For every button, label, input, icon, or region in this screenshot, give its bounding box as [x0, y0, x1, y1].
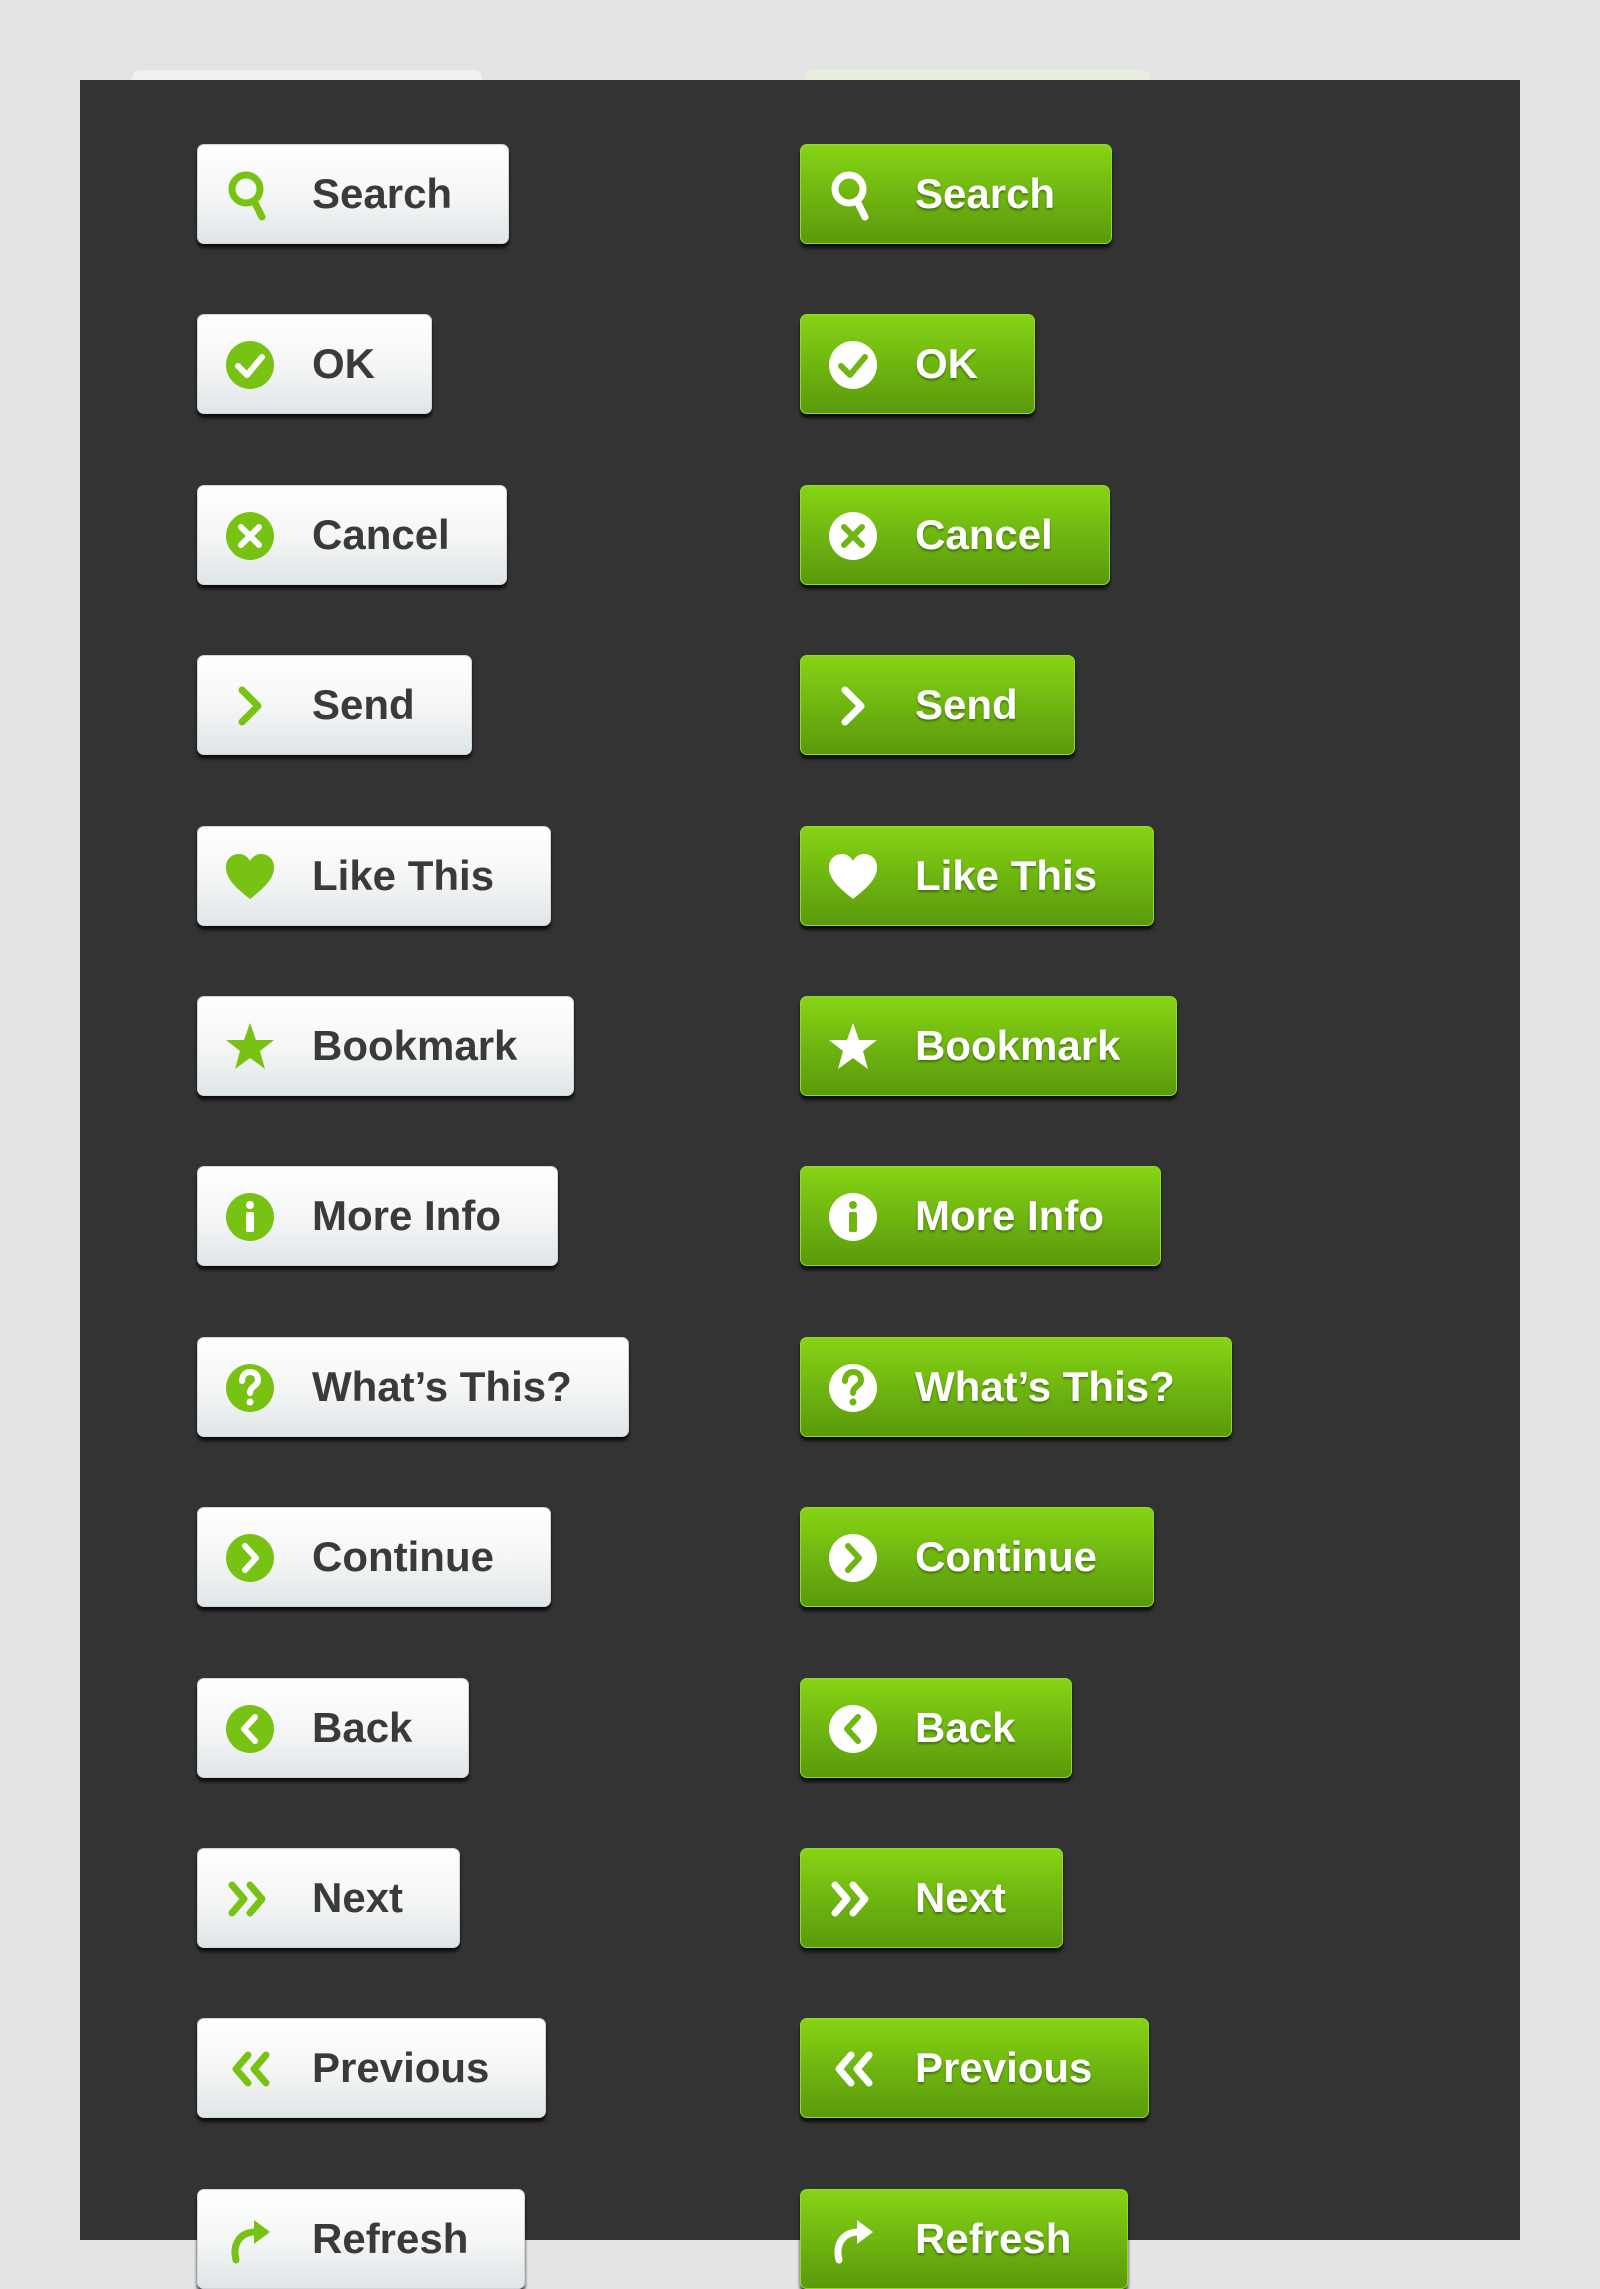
button-label: What’s This? — [915, 1362, 1175, 1410]
button-label: Continue — [312, 1533, 494, 1581]
button-label: Continue — [915, 1533, 1097, 1581]
button-label: Next — [312, 1874, 404, 1921]
light-like-this-button[interactable]: Like This — [197, 825, 552, 926]
button-label: More Info — [915, 1192, 1104, 1240]
chevron-right-circle-icon — [224, 1532, 276, 1584]
info-circle-icon — [827, 1191, 879, 1243]
green-search-button[interactable]: Search — [800, 144, 1113, 244]
button-label: Like This — [312, 851, 495, 899]
light-previous-button[interactable]: Previous — [197, 2018, 547, 2119]
button-label: Like This — [915, 851, 1098, 899]
top-tab-right — [805, 70, 1150, 80]
x-circle-icon — [827, 510, 879, 562]
star-icon — [827, 1021, 879, 1073]
info-circle-icon — [224, 1191, 276, 1243]
button-label: Send — [915, 681, 1018, 729]
button-panel: Search OK Cancel Send Like This Bookmark More … — [80, 80, 1520, 2289]
heart-icon — [224, 851, 276, 903]
light-more-info-button[interactable]: More Info — [197, 1166, 558, 1267]
button-label: Previous — [312, 2044, 490, 2092]
button-label: Cancel — [312, 510, 450, 558]
light-back-button[interactable]: Back — [197, 1677, 470, 1778]
search-icon — [224, 169, 276, 221]
button-label: Cancel — [915, 510, 1053, 558]
button-label: Bookmark — [312, 1022, 518, 1069]
green-cancel-button[interactable]: Cancel — [800, 484, 1110, 585]
button-label: Search — [915, 170, 1056, 217]
green-more-info-button[interactable]: More Info — [800, 1166, 1161, 1267]
button-label: Search — [312, 170, 453, 217]
button-label: What’s This? — [312, 1362, 572, 1410]
chevron-right-icon — [827, 680, 879, 732]
x-circle-icon — [224, 510, 276, 562]
double-chevron-left-icon — [827, 2043, 879, 2095]
chevron-left-circle-icon — [224, 1703, 276, 1755]
question-circle-icon — [224, 1362, 276, 1414]
search-icon — [827, 169, 879, 221]
double-chevron-right-icon — [224, 1873, 276, 1925]
light-continue-button[interactable]: Continue — [197, 1507, 551, 1608]
light-search-button[interactable]: Search — [197, 144, 510, 244]
green-refresh-button[interactable]: Refresh — [800, 2188, 1129, 2289]
light-what-s-this-button[interactable]: What’s This? — [197, 1336, 629, 1437]
light-next-button[interactable]: Next — [197, 1848, 461, 1948]
button-label: Refresh — [915, 2214, 1072, 2262]
button-label: Back — [312, 1703, 413, 1751]
green-bookmark-button[interactable]: Bookmark — [800, 996, 1178, 1096]
heart-icon — [827, 851, 879, 903]
green-send-button[interactable]: Send — [800, 655, 1075, 756]
button-label: Refresh — [312, 2214, 469, 2262]
light-bookmark-button[interactable]: Bookmark — [197, 996, 575, 1096]
chevron-left-circle-icon — [827, 1703, 879, 1755]
chevron-right-icon — [224, 680, 276, 732]
button-label: Next — [915, 1874, 1007, 1921]
button-label: Send — [312, 681, 415, 729]
button-label: OK — [915, 340, 978, 388]
chevron-right-circle-icon — [827, 1532, 879, 1584]
green-ok-button[interactable]: OK — [800, 314, 1035, 415]
check-circle-icon — [827, 339, 879, 391]
top-tab-left — [132, 70, 482, 80]
green-continue-button[interactable]: Continue — [800, 1507, 1154, 1608]
double-chevron-left-icon — [224, 2043, 276, 2095]
button-label: Previous — [915, 2044, 1093, 2092]
light-refresh-button[interactable]: Refresh — [197, 2188, 526, 2289]
green-like-this-button[interactable]: Like This — [800, 825, 1155, 926]
button-label: More Info — [312, 1192, 501, 1240]
button-label: Bookmark — [915, 1022, 1121, 1069]
green-next-button[interactable]: Next — [800, 1848, 1064, 1948]
green-previous-button[interactable]: Previous — [800, 2018, 1150, 2119]
green-what-s-this-button[interactable]: What’s This? — [800, 1336, 1232, 1437]
light-cancel-button[interactable]: Cancel — [197, 484, 507, 585]
question-circle-icon — [827, 1362, 879, 1414]
button-label: OK — [312, 340, 375, 388]
check-circle-icon — [224, 339, 276, 391]
double-chevron-right-icon — [827, 1873, 879, 1925]
button-label: Back — [915, 1703, 1016, 1751]
green-back-button[interactable]: Back — [800, 1677, 1073, 1778]
light-send-button[interactable]: Send — [197, 655, 472, 756]
star-icon — [224, 1021, 276, 1073]
light-ok-button[interactable]: OK — [197, 314, 432, 415]
